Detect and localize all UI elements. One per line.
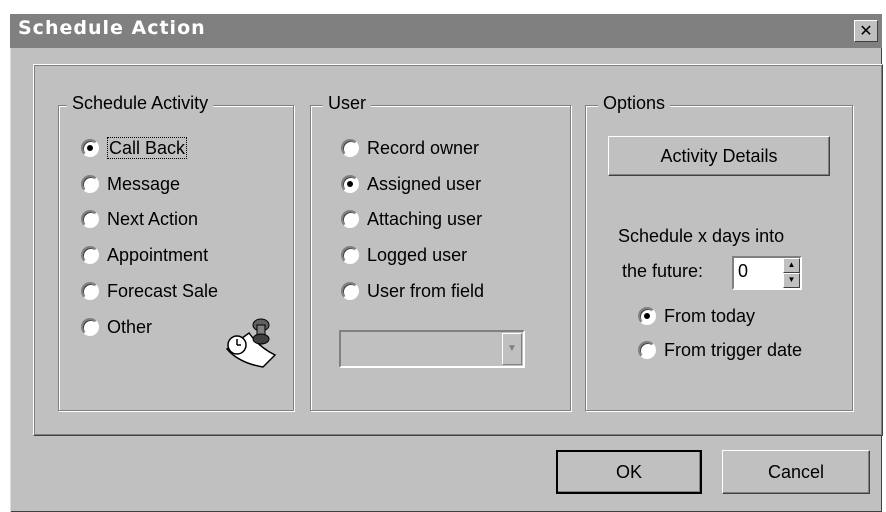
radio-user-from-field[interactable]: User from field	[341, 279, 484, 303]
radio-label: Record owner	[367, 138, 480, 158]
radio-label: User from field	[367, 281, 485, 301]
close-button[interactable]: ✕	[854, 20, 878, 42]
radio-label: From trigger date	[664, 340, 803, 360]
radio-label: Message	[107, 174, 181, 194]
radio-appointment[interactable]: Appointment	[81, 243, 208, 267]
spin-up-icon[interactable]: ▲	[783, 258, 800, 273]
activity-details-button[interactable]: Activity Details	[608, 136, 830, 176]
radio-record-owner[interactable]: Record owner	[341, 136, 479, 160]
radio-label: Other	[107, 317, 153, 337]
schedule-activity-group: Schedule Activity Call Back Message Next…	[58, 93, 294, 411]
radio-dot	[341, 139, 359, 157]
calendar-clock-icon	[225, 318, 277, 368]
close-icon: ✕	[859, 21, 873, 40]
days-value: 0	[738, 261, 749, 281]
radio-dot	[341, 246, 359, 264]
radio-label: Assigned user	[367, 174, 482, 194]
radio-dot	[638, 341, 656, 359]
days-spinbox[interactable]: 0 ▲ ▼	[732, 256, 802, 290]
radio-dot	[81, 139, 99, 157]
radio-dot	[638, 307, 656, 325]
radio-dot	[81, 246, 99, 264]
radio-next-action[interactable]: Next Action	[81, 207, 198, 231]
user-legend: User	[323, 93, 372, 114]
schedule-activity-legend: Schedule Activity	[67, 93, 214, 114]
radio-attaching-user[interactable]: Attaching user	[341, 207, 482, 231]
cancel-button[interactable]: Cancel	[722, 450, 870, 494]
radio-label: Appointment	[107, 245, 209, 265]
radio-label: Attaching user	[367, 209, 483, 229]
radio-dot	[81, 175, 99, 193]
radio-label: From today	[664, 306, 756, 326]
radio-dot	[81, 318, 99, 336]
schedule-days-label: Schedule x days into	[618, 226, 785, 246]
user-field-select[interactable]: ▼	[339, 330, 525, 368]
radio-message[interactable]: Message	[81, 172, 180, 196]
future-label: the future:	[622, 261, 704, 281]
radio-dot	[341, 210, 359, 228]
chevron-down-icon[interactable]: ▼	[502, 333, 522, 365]
dialog-title: Schedule Action	[18, 17, 206, 39]
radio-forecast-sale[interactable]: Forecast Sale	[81, 279, 218, 303]
radio-from-trigger-date[interactable]: From trigger date	[638, 338, 802, 362]
options-group: Options Activity Details Schedule x days…	[585, 93, 853, 411]
radio-from-today[interactable]: From today	[638, 304, 755, 328]
radio-label: Next Action	[107, 209, 199, 229]
radio-call-back[interactable]: Call Back	[81, 136, 188, 160]
radio-label: Call Back	[107, 137, 188, 159]
radio-logged-user[interactable]: Logged user	[341, 243, 467, 267]
options-legend: Options	[598, 93, 671, 114]
radio-assigned-user[interactable]: Assigned user	[341, 172, 481, 196]
spin-buttons: ▲ ▼	[783, 258, 800, 288]
user-group: User Record owner Assigned user Attachin…	[310, 93, 571, 411]
dialog-body-frame: Schedule Activity Call Back Message Next…	[33, 64, 883, 436]
radio-dot	[81, 282, 99, 300]
radio-other[interactable]: Other	[81, 315, 152, 339]
ok-button[interactable]: OK	[556, 450, 702, 494]
radio-label: Forecast Sale	[107, 281, 219, 301]
radio-dot	[341, 282, 359, 300]
radio-dot	[341, 175, 359, 193]
radio-label: Logged user	[367, 245, 468, 265]
title-bar[interactable]: Schedule Action ✕	[10, 14, 882, 48]
radio-dot	[81, 210, 99, 228]
spin-down-icon[interactable]: ▼	[783, 273, 800, 288]
